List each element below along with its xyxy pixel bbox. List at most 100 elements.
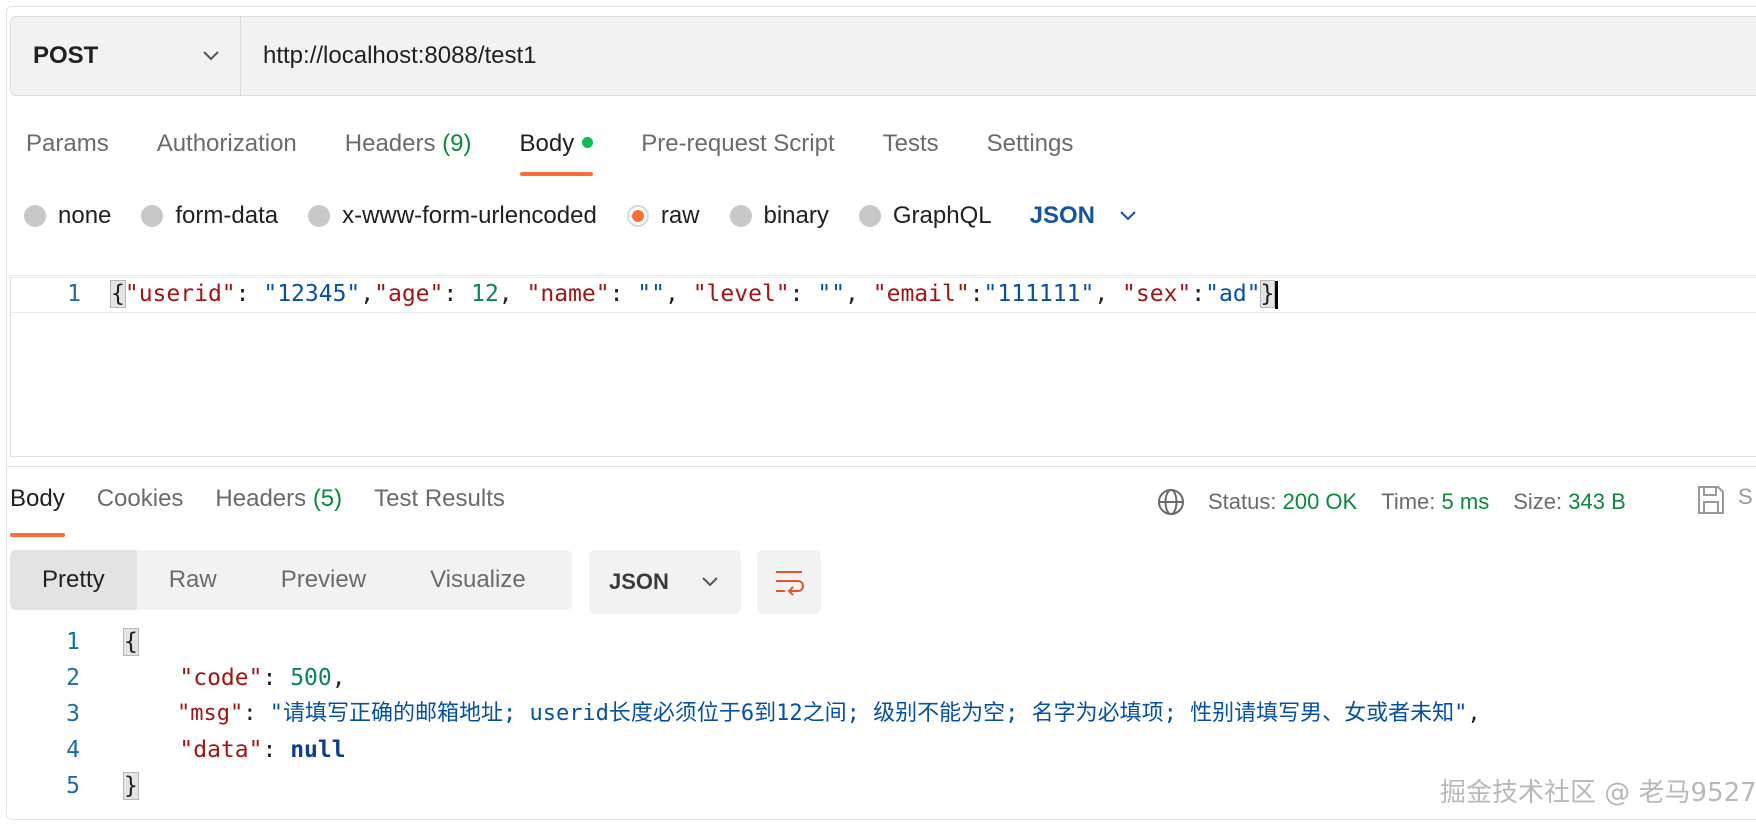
response-view-modes: Pretty Raw Preview Visualize: [10, 550, 572, 610]
green-dot-icon: [582, 137, 594, 149]
body-format-select[interactable]: JSON: [1030, 202, 1137, 230]
tab-label: Cookies: [96, 485, 184, 512]
json-brace: {: [123, 628, 139, 656]
line-number: 3: [66, 701, 80, 727]
tab-body[interactable]: Body: [519, 120, 594, 176]
save-response-label[interactable]: S: [1738, 484, 1753, 510]
size-label: Size:: [1513, 489, 1563, 514]
section-divider: [6, 466, 1756, 467]
line-number: 2: [66, 665, 80, 691]
view-preview[interactable]: Preview: [249, 550, 398, 610]
tab-authorization[interactable]: Authorization: [157, 120, 297, 170]
json-string: "ad": [1205, 281, 1261, 307]
status-label: Status:: [1208, 489, 1277, 514]
radio-label: none: [58, 202, 112, 229]
request-tabs: Params Authorization Headers (9) Body Pr…: [26, 120, 1121, 180]
tab-label: Body: [519, 130, 575, 157]
tab-label: Body: [10, 485, 65, 512]
tab-tests[interactable]: Tests: [883, 120, 939, 170]
chevron-down-icon: [202, 50, 220, 62]
status-value[interactable]: 200 OK: [1283, 489, 1358, 515]
radio-label: GraphQL: [892, 202, 992, 229]
request-body-editor[interactable]: 1 {"userid": "12345","age": 12, "name": …: [10, 275, 1756, 457]
json-key: "level": [692, 281, 790, 307]
tab-label: Params: [26, 130, 109, 157]
url-input[interactable]: http://localhost:8088/test1: [241, 17, 1756, 95]
tab-pre-request-script[interactable]: Pre-request Script: [641, 120, 834, 170]
radio-icon: [24, 205, 46, 227]
wrap-lines-button[interactable]: [757, 550, 821, 614]
wrap-lines-icon: [776, 571, 804, 596]
radio-raw[interactable]: raw: [626, 202, 700, 230]
json-key: "data": [179, 737, 263, 763]
json-key: "userid": [124, 281, 236, 307]
radio-label: form-data: [175, 202, 279, 229]
json-brace: }: [123, 772, 139, 800]
json-string: "": [637, 281, 665, 307]
response-tab-body[interactable]: Body: [10, 485, 65, 537]
headers-count: (9): [442, 130, 472, 157]
radio-label: x-www-form-urlencoded: [342, 202, 597, 229]
tab-label: Test Results: [374, 485, 505, 512]
body-type-selector: none form-data x-www-form-urlencoded raw…: [24, 198, 1137, 234]
response-tab-test-results[interactable]: Test Results: [374, 485, 505, 529]
radio-binary[interactable]: binary: [729, 202, 829, 230]
format-label: JSON: [1029, 202, 1095, 229]
json-brace: }: [1259, 280, 1276, 308]
line-number: 4: [66, 737, 80, 763]
json-number: 12: [471, 281, 499, 307]
view-raw[interactable]: Raw: [137, 550, 249, 610]
request-body-line: {"userid": "12345","age": 12, "name": ""…: [110, 276, 1279, 312]
tab-label: Authorization: [156, 130, 297, 157]
view-pretty[interactable]: Pretty: [10, 550, 137, 610]
time-label: Time:: [1381, 489, 1436, 514]
json-key: "code": [179, 665, 263, 691]
radio-icon: [308, 205, 331, 227]
response-format-select[interactable]: JSON: [589, 550, 741, 614]
tab-label: Settings: [986, 130, 1074, 157]
response-line: }: [123, 768, 139, 804]
tab-settings[interactable]: Settings: [987, 120, 1074, 170]
watermark: 掘金技术社区 @ 老马9527: [1440, 778, 1756, 808]
view-visualize[interactable]: Visualize: [398, 550, 558, 610]
json-string: "": [817, 281, 846, 307]
json-key: "msg": [176, 701, 244, 726]
tab-params[interactable]: Params: [26, 120, 109, 170]
save-icon[interactable]: [1696, 484, 1726, 516]
tab-label: Pre-request Script: [641, 130, 835, 157]
radio-form-data[interactable]: form-data: [141, 202, 278, 230]
radio-x-www-form-urlencoded[interactable]: x-www-form-urlencoded: [308, 202, 597, 230]
response-tabs: Body Cookies Headers (5) Test Results: [10, 485, 537, 537]
line-number: 1: [66, 629, 80, 655]
radio-label: raw: [660, 202, 700, 229]
json-key: "age": [374, 281, 444, 307]
response-tab-headers[interactable]: Headers (5): [215, 485, 342, 529]
radio-icon: [141, 205, 164, 227]
line-number: 5: [66, 773, 80, 799]
method-label: POST: [33, 42, 99, 69]
json-key: "name": [526, 281, 610, 307]
response-line: {: [123, 624, 139, 660]
tab-label: Headers: [215, 485, 307, 512]
response-line: "msg": "请填写正确的邮箱地址; userid长度必须位于6到12之间; …: [176, 701, 1481, 726]
chevron-down-icon: [701, 576, 719, 588]
line-number: 1: [67, 281, 81, 307]
json-key: "sex": [1122, 281, 1192, 307]
radio-label: binary: [763, 202, 829, 229]
tab-headers[interactable]: Headers (9): [345, 120, 472, 170]
method-select[interactable]: POST: [11, 17, 241, 95]
response-line: "data": null: [179, 737, 346, 763]
chevron-down-icon: [1119, 210, 1137, 222]
tab-label: Headers: [344, 130, 436, 157]
time-value[interactable]: 5 ms: [1442, 489, 1490, 514]
size-value[interactable]: 343 B: [1568, 489, 1626, 514]
radio-graphql[interactable]: GraphQL: [858, 202, 992, 230]
json-brace: {: [110, 280, 126, 308]
format-label: JSON: [609, 569, 669, 594]
radio-none[interactable]: none: [24, 202, 111, 230]
response-tab-cookies[interactable]: Cookies: [97, 485, 184, 529]
json-null: null: [290, 737, 346, 763]
globe-icon[interactable]: [1156, 487, 1186, 517]
radio-icon: [729, 205, 752, 227]
json-string: "请填写正确的邮箱地址; userid长度必须位于6到12之间; 级别不能为空;…: [269, 701, 1468, 726]
